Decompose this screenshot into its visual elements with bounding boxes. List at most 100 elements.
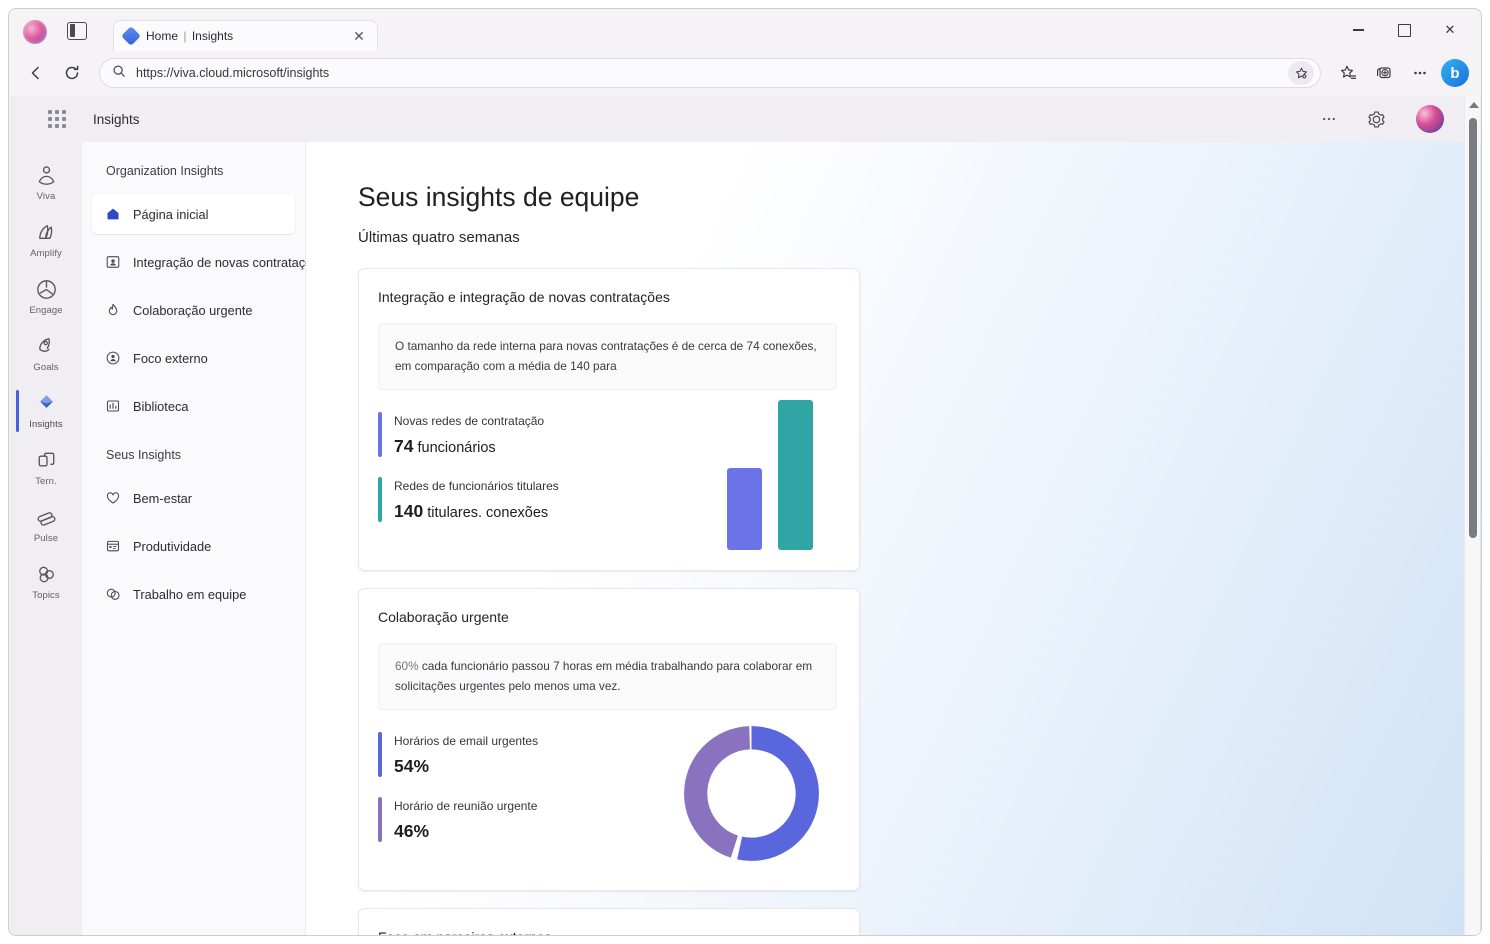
split-screen-icon[interactable] <box>1369 58 1399 88</box>
tab-favicon-icon <box>121 26 141 46</box>
engage-icon <box>36 280 56 299</box>
sidebar-item-foco-externo[interactable]: Foco externo <box>92 338 295 378</box>
external-focus-icon <box>104 350 121 367</box>
goals-icon <box>38 338 50 352</box>
home-icon <box>104 206 121 223</box>
donut-chart-urgent <box>674 716 829 876</box>
metric-label: Horários de email urgentes <box>394 733 539 748</box>
metric-value: 74 funcionários <box>394 436 544 457</box>
sidebar-item-integracao-novas-contratacoes[interactable]: Integração de novas contratações <box>92 242 326 282</box>
scrollbar-thumb[interactable] <box>1469 118 1477 538</box>
sidebar-item-colaboracao-urgente[interactable]: Colaboração urgente <box>92 290 295 330</box>
user-avatar[interactable] <box>1416 105 1444 133</box>
library-chart-icon <box>104 398 121 415</box>
more-ellipsis-icon[interactable] <box>1405 58 1435 88</box>
sidebar-item-produtividade[interactable]: Produtividade <box>92 526 295 566</box>
app-launcher-icon[interactable] <box>48 110 66 128</box>
rail-item-amplify[interactable]: Amplify <box>10 211 82 268</box>
address-bar[interactable]: https://viva.cloud.microsoft/insights <box>99 58 1321 88</box>
card-note: 60% cada funcionário passou 7 horas em m… <box>378 643 837 710</box>
browser-toolbar: https://viva.cloud.microsoft/insights b <box>9 51 1481 95</box>
back-arrow-icon[interactable] <box>21 58 51 88</box>
sidebar-item-biblioteca[interactable]: Biblioteca <box>92 386 295 426</box>
tab-title-main: Home <box>146 29 179 43</box>
rail-label: Insights <box>29 419 63 430</box>
tab-title-sub: Insights <box>191 29 234 43</box>
topics-icon <box>38 566 54 583</box>
card-note-text: cada funcionário passou 7 horas em média… <box>395 659 813 694</box>
search-icon <box>112 64 126 83</box>
collections-icon[interactable] <box>1333 58 1363 88</box>
calendar-icon <box>104 538 121 555</box>
tab-title-separator: | <box>183 29 187 43</box>
maximize-button[interactable] <box>1381 14 1427 46</box>
reload-icon[interactable] <box>57 58 87 88</box>
card-title: Foco em parceiros externos <box>378 929 837 935</box>
nav-group-title-seus: Seus Insights <box>106 448 182 462</box>
rail-label: Goals <box>33 362 59 373</box>
pulse-icon <box>37 512 55 526</box>
metric-value-number: 46% <box>394 820 430 841</box>
browser-titlebar: Home | Insights ✕ ✕ <box>9 9 1481 51</box>
metric-label: Redes de funcionários titulares <box>394 478 559 493</box>
tab-actions-icon[interactable] <box>67 22 87 40</box>
sidebar-item-pagina-inicial[interactable]: Página inicial <box>92 194 295 234</box>
sidebar-item-label: Integração de novas contratações <box>133 254 326 270</box>
rail-label: Amplify <box>30 248 62 259</box>
card-foco-externo[interactable]: Foco em parceiros externos Os funcionári… <box>358 908 860 935</box>
nav-group-title-org: Organization Insights <box>106 164 224 178</box>
metric-color-bar <box>378 731 382 777</box>
copilot-icon[interactable]: b <box>1441 59 1469 87</box>
rail-label: Viva <box>36 191 56 202</box>
rail-label: Tern. <box>35 476 57 487</box>
page-title: Seus insights de equipe <box>358 182 640 212</box>
metric-value-number: 140 <box>394 500 424 521</box>
main-content: Seus insights de equipe Últimas quatro s… <box>306 142 1481 935</box>
page-scrollbar[interactable] <box>1464 96 1480 935</box>
tab-title: Home | Insights <box>146 29 343 43</box>
browser-profile-avatar[interactable] <box>23 20 47 44</box>
insights-diamond-icon <box>39 395 53 408</box>
metric-value: 54% <box>394 756 538 777</box>
close-window-button[interactable]: ✕ <box>1427 14 1473 46</box>
rail-item-engage[interactable]: Engage <box>10 268 82 325</box>
card-title: Integração e integração de novas contrat… <box>378 289 670 305</box>
app-header: Insights <box>10 96 1481 142</box>
metric-value-number: 74 <box>394 435 414 456</box>
viva-person-icon <box>38 166 54 185</box>
browser-window: Home | Insights ✕ ✕ https://viva.cloud.m… <box>8 8 1482 936</box>
page-subtitle: Últimas quatro semanas <box>358 229 520 246</box>
scroll-up-arrow-icon[interactable] <box>1469 102 1479 108</box>
teamwork-icon <box>104 586 121 603</box>
bar-chart <box>727 400 813 550</box>
minimize-button[interactable] <box>1335 14 1381 46</box>
sidebar-item-label: Biblioteca <box>133 398 189 414</box>
sidebar-item-label: Foco externo <box>133 350 208 366</box>
metric-value: 46% <box>394 821 537 842</box>
rail-item-goals[interactable]: Goals <box>10 325 82 382</box>
window-controls: ✕ <box>1335 9 1473 51</box>
rail-item-topics[interactable]: Topics <box>10 553 82 610</box>
rail-item-insights[interactable]: Insights <box>10 382 82 439</box>
gear-icon[interactable] <box>1367 110 1386 129</box>
sidebar-item-bem-estar[interactable]: Bem-estar <box>92 478 295 518</box>
rail-label: Pulse <box>33 533 59 544</box>
bar-redes-titulares <box>778 400 813 550</box>
heart-icon <box>104 490 121 507</box>
card-onboarding[interactable]: Integração e integração de novas contrat… <box>358 268 860 571</box>
sidebar-item-trabalho-em-equipe[interactable]: Trabalho em equipe <box>92 574 295 614</box>
more-ellipsis-icon[interactable] <box>1321 111 1337 127</box>
rail-item-tern[interactable]: Tern. <box>10 439 82 496</box>
card-colaboracao-urgente[interactable]: Colaboração urgente 60% cada funcionário… <box>358 588 860 891</box>
metric-value-unit: titulares. conexões <box>423 504 549 521</box>
close-tab-icon[interactable]: ✕ <box>351 29 367 43</box>
favorite-star-icon[interactable] <box>1288 61 1314 85</box>
card-title: Colaboração urgente <box>378 609 509 625</box>
tern-icon <box>38 452 54 467</box>
rail-item-pulse[interactable]: Pulse <box>10 496 82 553</box>
metric-value: 140 titulares. conexões <box>394 501 559 522</box>
url-text: https://viva.cloud.microsoft/insights <box>136 66 330 80</box>
rail-item-viva[interactable]: Viva <box>10 154 82 211</box>
metric-label: Novas redes de contratação <box>394 413 545 428</box>
browser-tab[interactable]: Home | Insights ✕ <box>113 20 378 51</box>
